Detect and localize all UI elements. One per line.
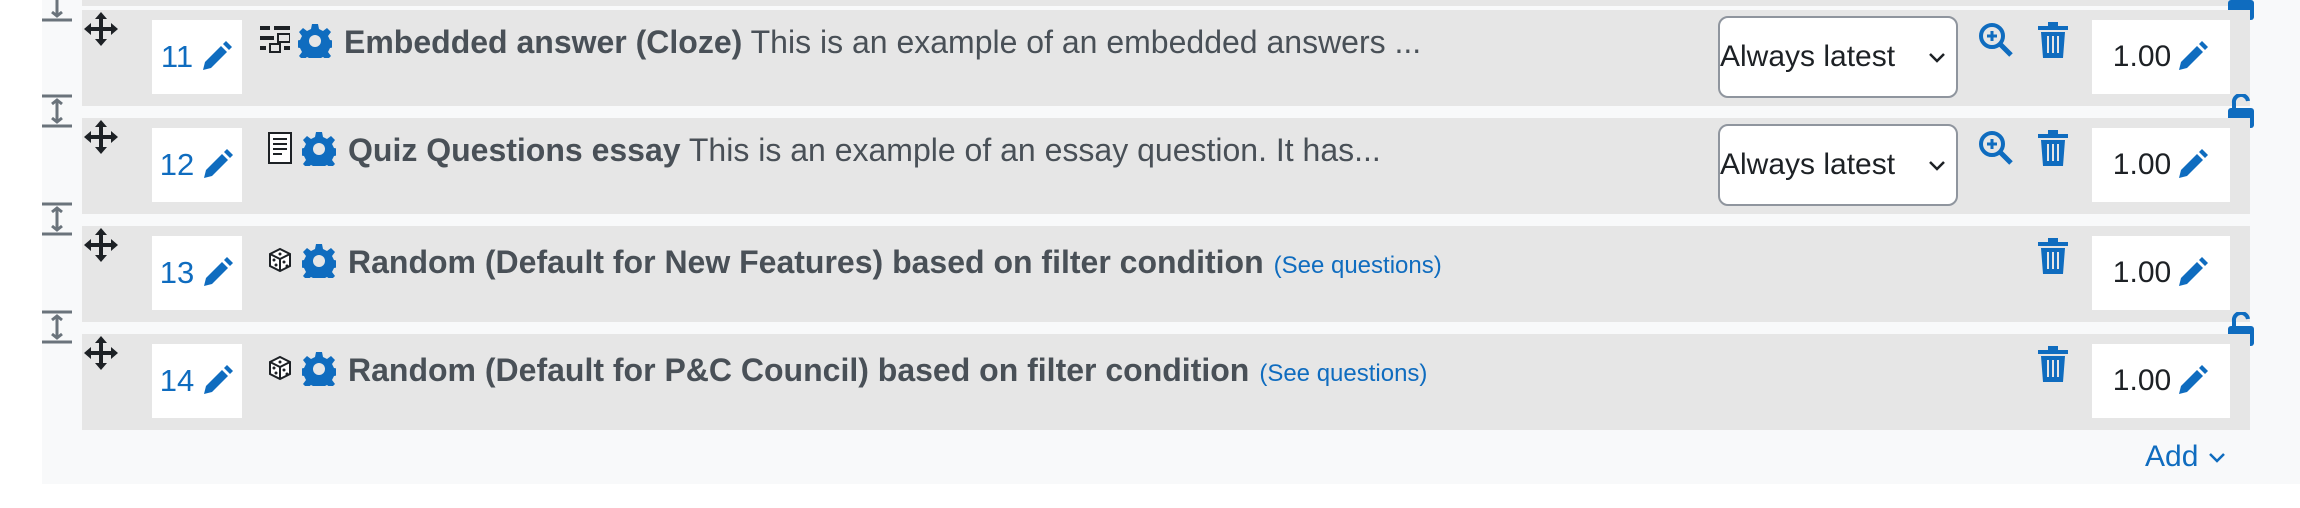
question-row-13: 13 Random (Default for New Features) bas… bbox=[82, 226, 2250, 322]
gear-icon[interactable] bbox=[302, 352, 336, 386]
slot-number-label: 13 bbox=[159, 255, 195, 290]
question-row-12: 12 Quiz Questions essay This is an examp… bbox=[82, 118, 2250, 214]
max-mark-value: 1.00 bbox=[2112, 148, 2172, 181]
question-name[interactable]: Embedded answer (Cloze) This is an examp… bbox=[344, 24, 1421, 61]
max-mark[interactable]: 1.00 bbox=[2092, 20, 2230, 94]
chevron-down-icon bbox=[1929, 53, 1945, 63]
question-name: Random (Default for New Features) based … bbox=[348, 244, 1442, 281]
version-select-value: Always latest bbox=[1720, 148, 1896, 181]
chevron-down-icon bbox=[2209, 453, 2226, 463]
previous-row-edge bbox=[82, 0, 2250, 6]
question-title: Random (Default for P&C Council) based o… bbox=[348, 352, 1250, 388]
slot-number[interactable]: 13 bbox=[152, 236, 242, 310]
version-select[interactable]: Always latest bbox=[1718, 124, 1958, 206]
chevron-down-icon bbox=[1929, 161, 1945, 171]
version-select-value: Always latest bbox=[1720, 40, 1896, 73]
question-title: Random (Default for New Features) based … bbox=[348, 244, 1264, 280]
gear-icon[interactable] bbox=[302, 132, 336, 166]
pencil-icon[interactable] bbox=[2175, 148, 2209, 182]
move-icon[interactable] bbox=[84, 12, 118, 46]
add-menu-button[interactable]: Add bbox=[2145, 440, 2226, 474]
random-icon bbox=[269, 355, 291, 381]
trash-icon[interactable] bbox=[2038, 238, 2068, 274]
pencil-icon[interactable] bbox=[199, 40, 233, 74]
move-icon[interactable] bbox=[84, 228, 118, 262]
move-icon[interactable] bbox=[84, 120, 118, 154]
max-mark-value: 1.00 bbox=[2112, 364, 2172, 397]
pencil-icon[interactable] bbox=[2175, 256, 2209, 290]
max-mark[interactable]: 1.00 bbox=[2092, 344, 2230, 418]
pencil-icon[interactable] bbox=[200, 364, 234, 398]
pencil-icon[interactable] bbox=[2175, 40, 2209, 74]
page-break-icon[interactable] bbox=[40, 0, 74, 22]
slot-number-label: 12 bbox=[159, 147, 195, 182]
slot-number[interactable]: 11 bbox=[152, 20, 242, 94]
version-select[interactable]: Always latest bbox=[1718, 16, 1958, 98]
question-description: This is an example of an essay question.… bbox=[688, 132, 1381, 168]
see-questions-link[interactable]: (See questions) bbox=[1274, 252, 1442, 279]
max-mark-value: 1.00 bbox=[2112, 40, 2172, 73]
max-mark[interactable]: 1.00 bbox=[2092, 236, 2230, 310]
cloze-icon bbox=[260, 26, 290, 53]
question-name[interactable]: Quiz Questions essay This is an example … bbox=[348, 132, 1381, 169]
pencil-icon[interactable] bbox=[2175, 364, 2209, 398]
question-row-11: 11 Embedded answer (Cloze) This is an ex… bbox=[82, 10, 2250, 106]
preview-icon[interactable] bbox=[1978, 130, 2014, 166]
page-break-icon[interactable] bbox=[40, 310, 74, 344]
essay-icon bbox=[268, 132, 292, 164]
question-name: Random (Default for P&C Council) based o… bbox=[348, 352, 1427, 389]
pencil-icon[interactable] bbox=[200, 256, 234, 290]
slot-number[interactable]: 12 bbox=[152, 128, 242, 202]
pencil-icon[interactable] bbox=[200, 148, 234, 182]
question-title[interactable]: Quiz Questions essay bbox=[348, 132, 681, 168]
gear-icon[interactable] bbox=[298, 24, 332, 58]
preview-icon[interactable] bbox=[1978, 22, 2014, 58]
slot-number-label: 14 bbox=[159, 363, 195, 398]
trash-icon[interactable] bbox=[2038, 130, 2068, 166]
trash-icon[interactable] bbox=[2038, 22, 2068, 58]
question-row-14: 14 Random (Default for P&C Council) base… bbox=[82, 334, 2250, 430]
page-break-icon[interactable] bbox=[40, 202, 74, 236]
slot-number-label: 11 bbox=[160, 39, 194, 74]
question-description: This is an example of an embedded answer… bbox=[750, 24, 1422, 60]
question-title[interactable]: Embedded answer (Cloze) bbox=[344, 24, 742, 60]
random-icon bbox=[269, 247, 291, 273]
add-label: Add bbox=[2145, 440, 2199, 473]
move-icon[interactable] bbox=[84, 336, 118, 370]
trash-icon[interactable] bbox=[2038, 346, 2068, 382]
page-break-icon[interactable] bbox=[40, 94, 74, 128]
gear-icon[interactable] bbox=[302, 244, 336, 278]
see-questions-link[interactable]: (See questions) bbox=[1259, 360, 1427, 387]
max-mark-value: 1.00 bbox=[2112, 256, 2172, 289]
slot-number[interactable]: 14 bbox=[152, 344, 242, 418]
max-mark[interactable]: 1.00 bbox=[2092, 128, 2230, 202]
